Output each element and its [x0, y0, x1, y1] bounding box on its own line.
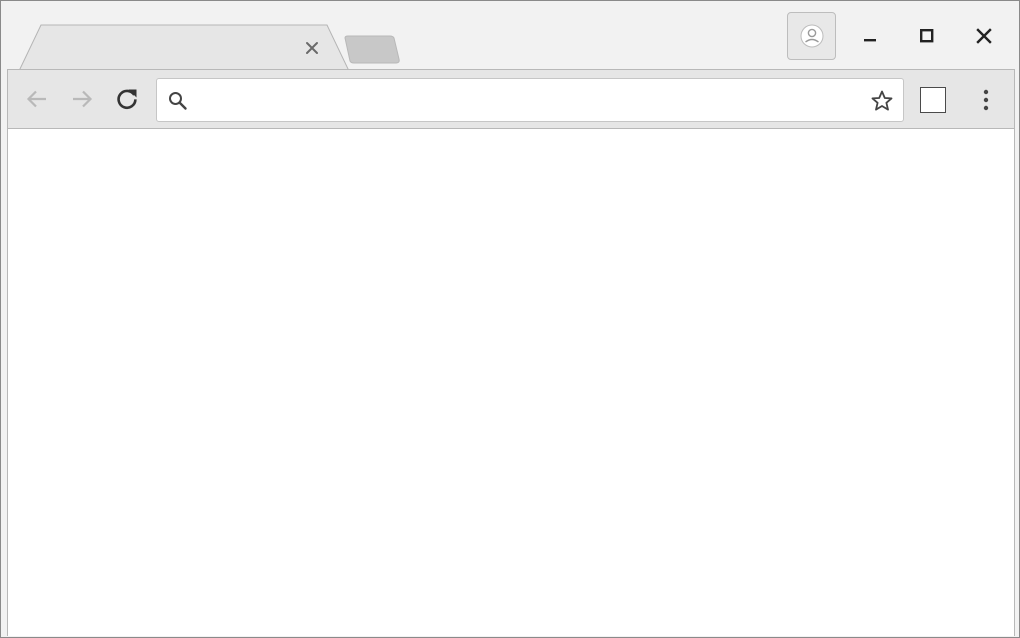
back-button[interactable] [20, 82, 54, 116]
close-window-button[interactable] [963, 17, 1003, 55]
extension-button[interactable] [920, 87, 946, 113]
bookmark-star-button[interactable] [869, 88, 895, 114]
reload-icon [117, 89, 137, 109]
new-tab-button[interactable] [341, 35, 403, 67]
star-icon [871, 90, 893, 111]
profile-button[interactable] [787, 12, 836, 60]
maximize-icon [920, 29, 934, 43]
search-icon [169, 92, 187, 110]
tab-close-button[interactable] [301, 37, 323, 59]
close-icon [976, 28, 992, 44]
page-content[interactable] [7, 128, 1015, 636]
address-bar[interactable] [156, 78, 904, 122]
arrow-left-icon [26, 90, 46, 108]
avatar-icon [800, 24, 824, 48]
new-tab-icon [344, 35, 400, 64]
minimize-icon [864, 39, 876, 42]
kebab-menu-icon [983, 89, 989, 111]
reload-button[interactable] [110, 82, 144, 116]
toolbar [7, 69, 1015, 128]
minimize-button[interactable] [849, 17, 889, 55]
arrow-right-icon [73, 90, 93, 108]
maximize-button[interactable] [906, 17, 946, 55]
browser-window [0, 0, 1020, 638]
address-input[interactable] [197, 87, 857, 113]
menu-button[interactable] [972, 82, 1000, 116]
close-icon [306, 42, 318, 54]
title-bar[interactable] [1, 1, 1019, 72]
forward-button[interactable] [65, 82, 99, 116]
